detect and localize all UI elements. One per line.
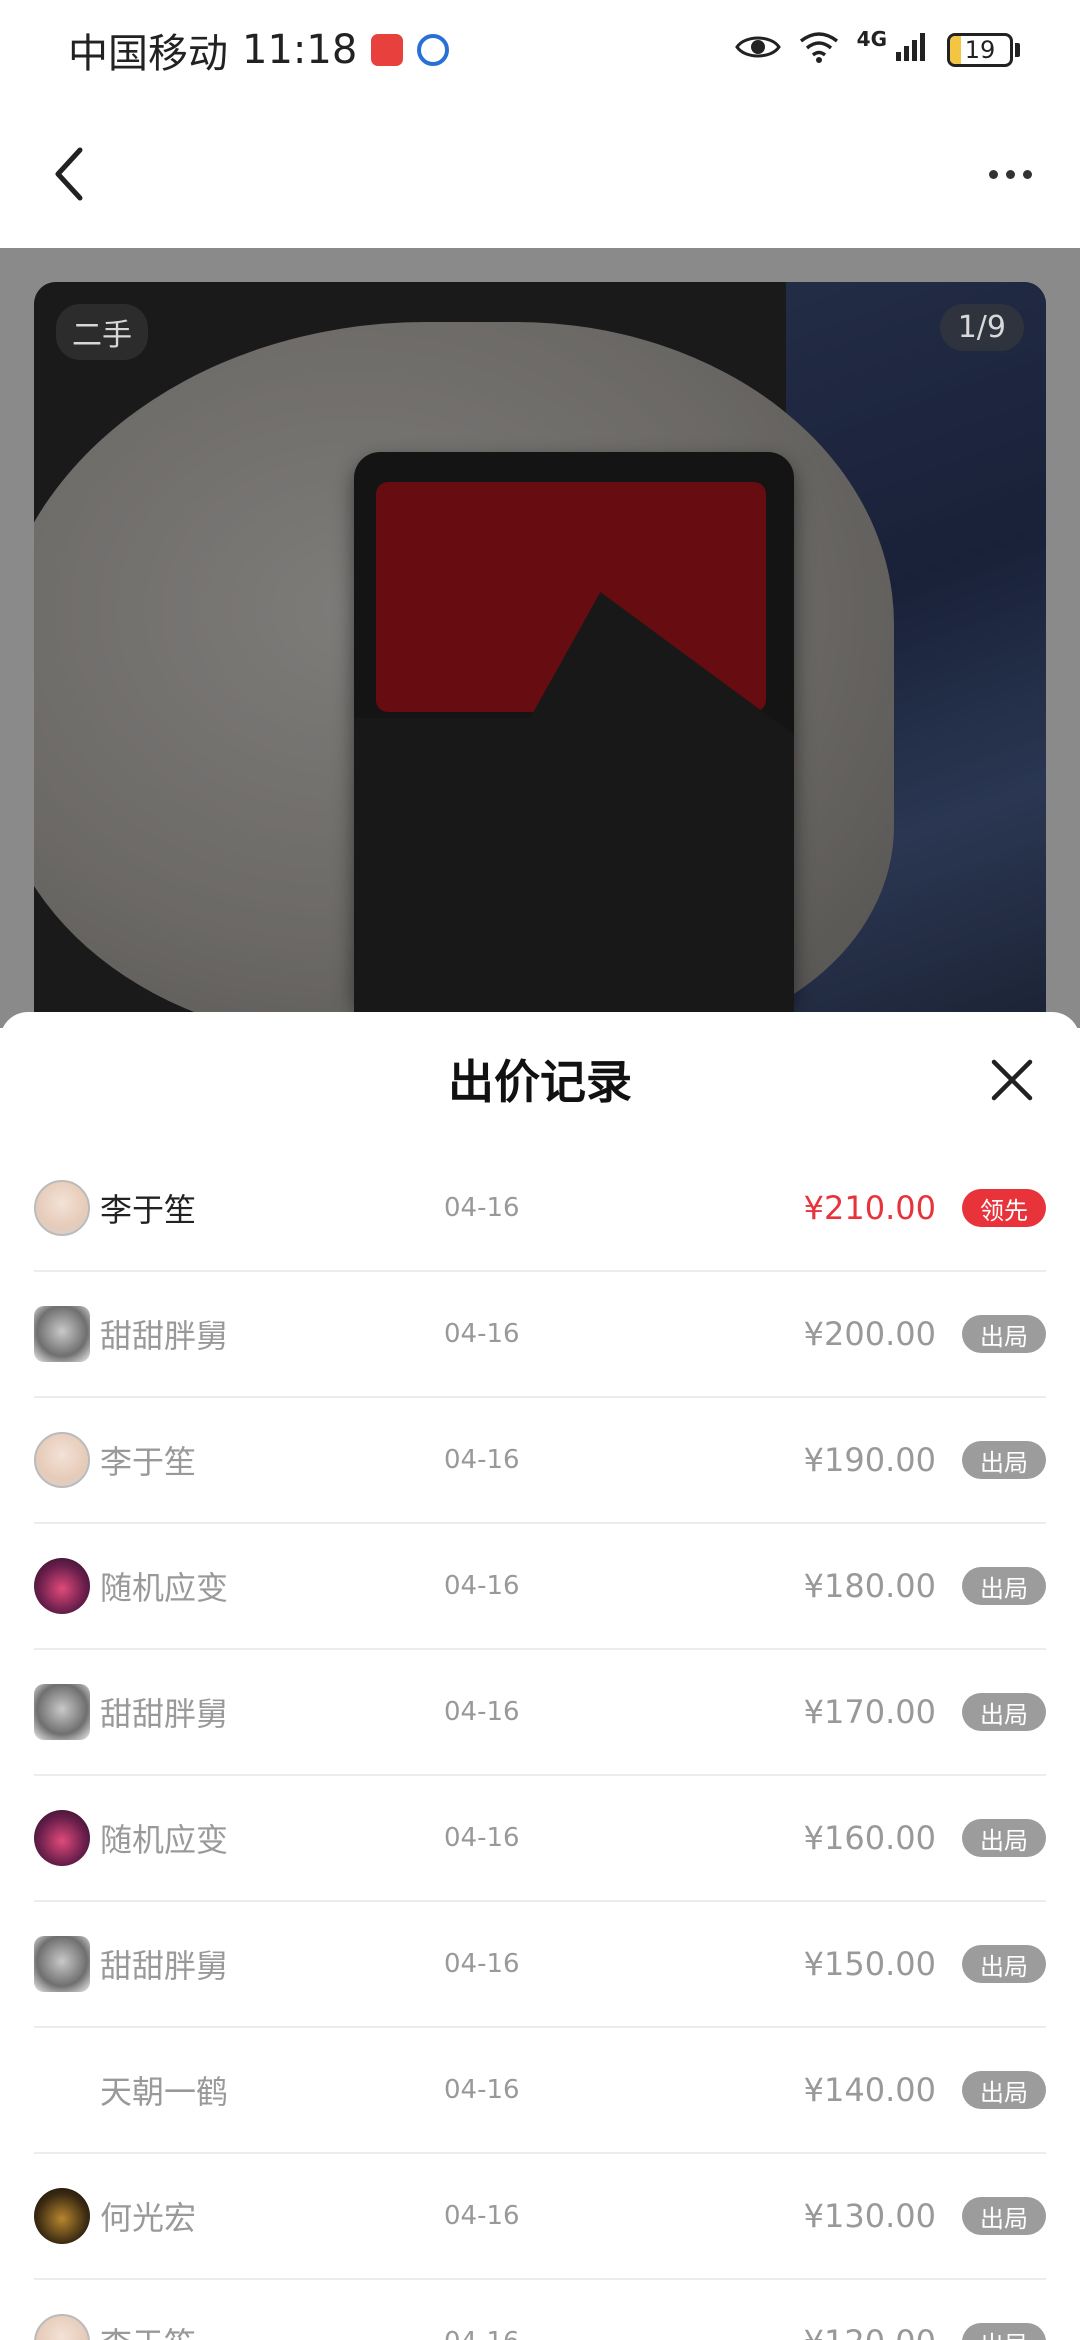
bid-date: 04-16 [444, 1697, 520, 1727]
photo-backdrop: 二手 1/9 [0, 248, 1080, 1042]
avatar[interactable] [34, 1684, 90, 1740]
network-type: 4G [856, 27, 887, 51]
status-badge: 出局 [962, 1315, 1046, 1353]
bid-price: ¥120.00 [744, 2323, 936, 2340]
product-photo[interactable]: 二手 1/9 [34, 282, 1046, 1042]
bid-date: 04-16 [444, 1193, 520, 1223]
bid-price: ¥170.00 [803, 1693, 936, 1731]
bid-price: ¥140.00 [803, 2071, 936, 2109]
bidder-name: 甜甜胖舅 [100, 1947, 229, 1985]
close-icon[interactable] [984, 1052, 1040, 1108]
status-bar: 中国移动 11:18 4G 19 [0, 0, 1080, 100]
nav-bar [0, 100, 1080, 248]
notification-app-icon [371, 34, 404, 66]
more-options-icon[interactable] [980, 144, 1040, 204]
avatar[interactable] [34, 1936, 90, 1992]
status-badge: 领先 [962, 1189, 1046, 1227]
sheet-title: 出价记录 [448, 1055, 632, 1109]
avatar[interactable] [34, 1432, 90, 1488]
avatar[interactable] [34, 2062, 90, 2118]
status-bar-right: 4G 19 [734, 27, 1020, 69]
back-arrow-icon[interactable] [40, 144, 100, 204]
bid-date: 04-16 [444, 1571, 520, 1601]
avatar[interactable] [34, 2188, 90, 2244]
bidder-name: 天朝一鹤 [100, 2073, 229, 2111]
status-badge: 出局 [962, 2197, 1046, 2235]
bidder-name: 何光宏 [100, 2199, 197, 2237]
carrier-label: 中国移动 [68, 31, 228, 77]
sheet-header: 出价记录 [0, 1012, 1080, 1146]
bid-date: 04-16 [444, 2075, 520, 2105]
bid-price: ¥180.00 [803, 1567, 936, 1605]
notification-app-icon-2 [417, 34, 450, 66]
bid-record-sheet: 出价记录 李于笙 04-16 ¥210.00 领先 甜甜胖舅 04-16 ¥200.00 出局… [0, 1012, 1080, 2340]
status-badge: 出局 [962, 1441, 1046, 1479]
avatar[interactable] [34, 1558, 90, 1614]
status-bar-left: 中国移动 11:18 [68, 21, 450, 79]
bid-date: 04-16 [444, 2327, 744, 2340]
bid-row: 何光宏 04-16 ¥130.00 出局 [34, 2154, 1046, 2280]
avatar[interactable] [34, 2314, 90, 2340]
bid-row: 随机应变 04-16 ¥160.00 出局 [34, 1776, 1046, 1902]
bid-price: ¥210.00 [803, 1189, 936, 1227]
status-badge: 出局 [962, 1819, 1046, 1857]
avatar[interactable] [34, 1810, 90, 1866]
status-badge: 出局 [962, 1945, 1046, 1983]
battery-icon: 19 [947, 33, 1020, 67]
bid-row: 李于笙 04-16 ¥210.00 领先 [34, 1146, 1046, 1272]
condition-tag: 二手 [56, 304, 148, 360]
status-badge: 出局 [962, 1567, 1046, 1605]
bidder-name: 甜甜胖舅 [100, 1317, 229, 1355]
bidder-name: 甜甜胖舅 [100, 1695, 229, 1733]
photo-counter: 1/9 [939, 304, 1024, 351]
bid-row: 李于笙04-16¥120.00 出局 [34, 2280, 1046, 2340]
avatar[interactable] [34, 1180, 90, 1236]
status-badge: 出局 [962, 2071, 1046, 2109]
bid-row: 李于笙 04-16 ¥190.00 出局 [34, 1398, 1046, 1524]
bid-row: 天朝一鹤 04-16 ¥140.00 出局 [34, 2028, 1046, 2154]
clock-time: 11:18 [242, 27, 358, 73]
bid-date: 04-16 [444, 1319, 520, 1349]
bid-date: 04-16 [444, 1949, 520, 1979]
bid-row: 甜甜胖舅 04-16 ¥200.00 出局 [34, 1272, 1046, 1398]
bid-date: 04-16 [444, 1823, 520, 1853]
bidder-name: 随机应变 [100, 1569, 229, 1607]
bid-date: 04-16 [444, 1445, 520, 1475]
bid-price: ¥150.00 [803, 1945, 936, 1983]
bid-price: ¥160.00 [803, 1819, 936, 1857]
battery-fill [950, 36, 962, 64]
page: 中国移动 11:18 4G 19 二手 1/9 出价记录 李于笙 04-16 ¥… [0, 0, 1080, 2340]
signal-icon [895, 32, 929, 68]
bidder-name: 李于笙 [100, 2319, 444, 2340]
avatar[interactable] [34, 1306, 90, 1362]
battery-level: 19 [964, 36, 996, 64]
bid-price: ¥190.00 [803, 1441, 936, 1479]
bidder-name: 李于笙 [100, 1191, 197, 1229]
bid-row: 甜甜胖舅 04-16 ¥150.00 出局 [34, 1902, 1046, 2028]
bid-row: 甜甜胖舅 04-16 ¥170.00 出局 [34, 1650, 1046, 1776]
bid-price: ¥130.00 [803, 2197, 936, 2235]
bidder-name: 随机应变 [100, 1821, 229, 1859]
status-badge: 出局 [962, 1693, 1046, 1731]
bidder-name: 李于笙 [100, 1443, 197, 1481]
bid-price: ¥200.00 [803, 1315, 936, 1353]
status-badge: 出局 [962, 2323, 1046, 2340]
bid-list: 李于笙 04-16 ¥210.00 领先 甜甜胖舅 04-16 ¥200.00 出局 李于笙 04… [34, 1146, 1046, 2340]
bid-row: 随机应变 04-16 ¥180.00 出局 [34, 1524, 1046, 1650]
eye-icon [734, 32, 781, 68]
wifi-icon [799, 31, 839, 69]
bid-date: 04-16 [444, 2201, 520, 2231]
